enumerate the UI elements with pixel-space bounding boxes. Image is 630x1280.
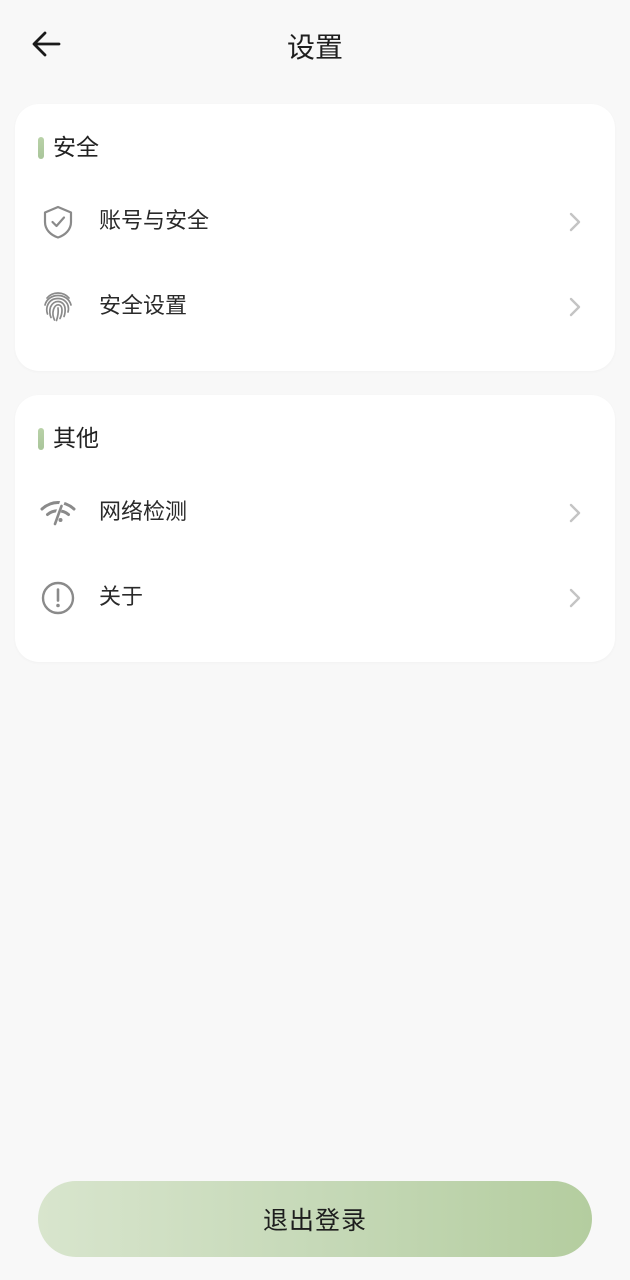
logout-button[interactable]: 退出登录	[38, 1181, 592, 1257]
fingerprint-icon	[39, 288, 77, 326]
info-circle-icon	[39, 579, 77, 617]
shield-check-icon	[39, 203, 77, 241]
section-header-other: 其他	[38, 423, 99, 455]
settings-item-label: 网络检测	[99, 500, 188, 525]
section-header-security: 安全	[38, 132, 99, 164]
logout-label: 退出登录	[262, 1206, 367, 1235]
section-accent-bar	[38, 137, 44, 159]
settings-item-account-security[interactable]: 账号与安全	[15, 190, 615, 254]
settings-item-about[interactable]: 关于	[15, 566, 615, 630]
settings-item-label: 安全设置	[99, 294, 188, 319]
top-bar: 设置	[0, 0, 630, 96]
chevron-right-icon	[565, 501, 585, 525]
other-section-card: 其他 网络检测 关于	[15, 395, 615, 662]
chevron-right-icon	[565, 295, 585, 319]
page-title: 设置	[286, 31, 343, 64]
chevron-right-icon	[565, 210, 585, 234]
settings-item-security-settings[interactable]: 安全设置	[15, 275, 615, 339]
settings-item-network-check[interactable]: 网络检测	[15, 481, 615, 545]
section-accent-bar	[38, 428, 44, 450]
settings-item-label: 关于	[99, 585, 144, 610]
wifi-signal-icon	[39, 494, 77, 532]
chevron-right-icon	[565, 586, 585, 610]
section-title: 安全	[53, 135, 99, 161]
security-section-card: 安全 账号与安全 安全设置	[15, 104, 615, 371]
settings-item-label: 账号与安全	[99, 209, 210, 234]
section-title: 其他	[53, 426, 99, 452]
